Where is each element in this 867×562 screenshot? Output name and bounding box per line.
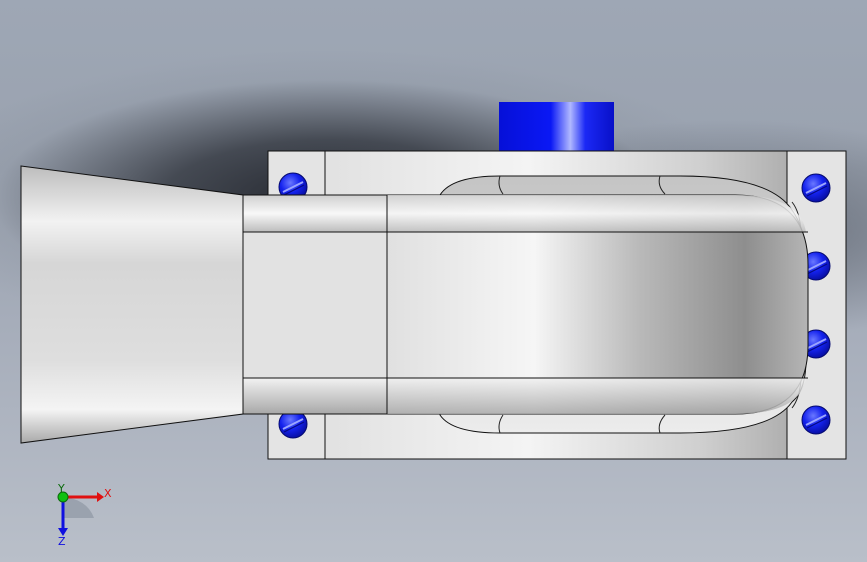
flared-nozzle[interactable] [20,165,244,444]
model-view[interactable]: X Y Z [0,0,867,562]
axis-triad-icon: X Y Z [57,482,112,548]
hex-screw-icon [801,405,831,435]
screw-right-4[interactable] [801,405,831,435]
y-axis-label: Y [57,482,65,495]
screw-right-1[interactable] [801,173,831,203]
x-axis-label: X [104,487,112,500]
graphics-viewport[interactable]: X Y Z [0,0,867,562]
blue-cap[interactable] [499,102,614,152]
main-cylinder[interactable] [386,194,809,415]
hex-screw-icon [801,173,831,203]
z-axis-label: Z [58,535,66,548]
neck-section[interactable] [242,194,388,415]
